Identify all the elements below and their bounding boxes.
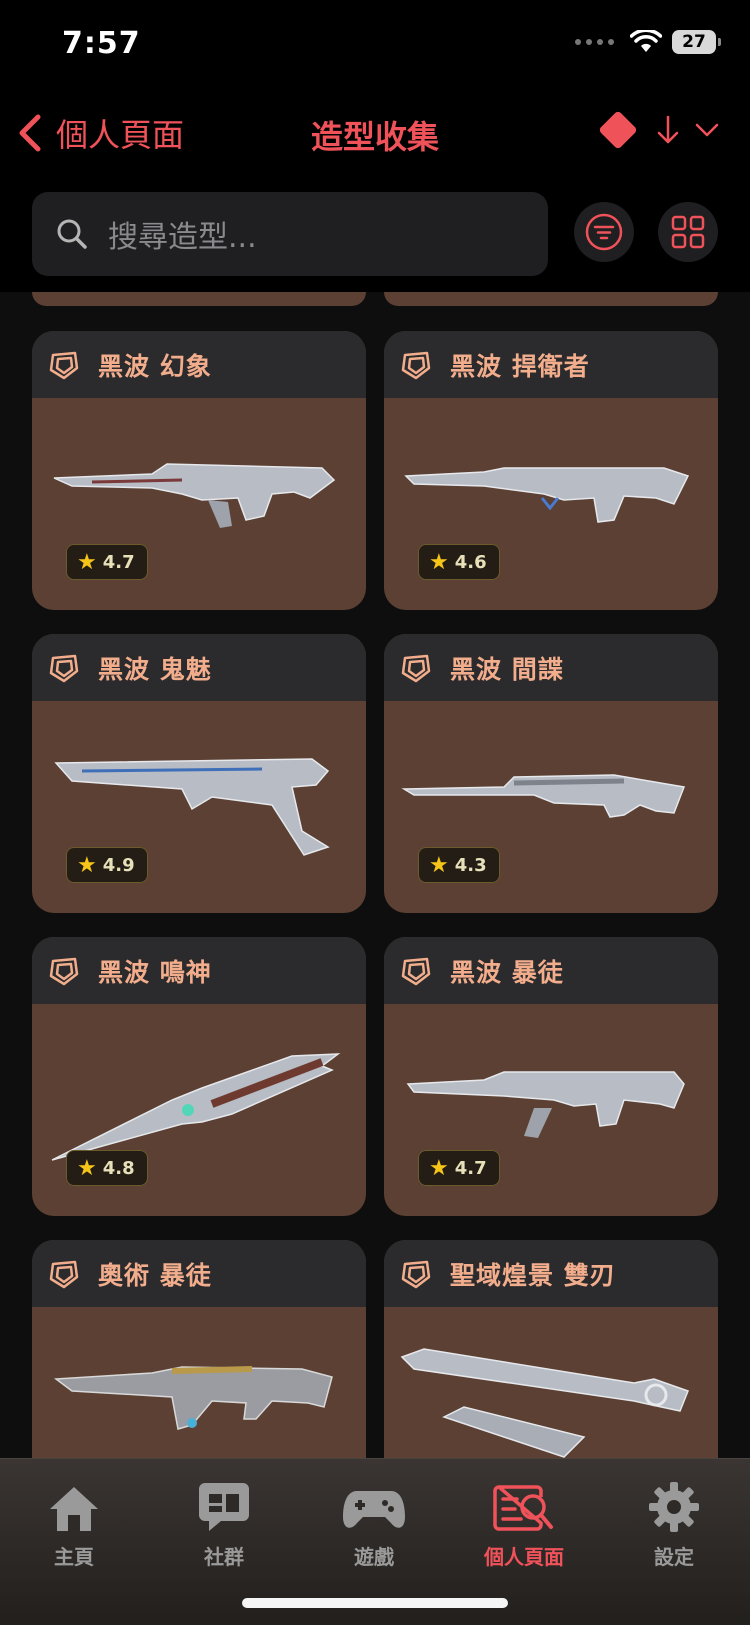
star-icon: ★	[77, 549, 97, 575]
skin-card[interactable]: 黑波 鳴神 ★ 4.8	[32, 937, 366, 1216]
rating-value: 4.7	[454, 1157, 487, 1179]
home-icon	[50, 1487, 98, 1531]
star-icon: ★	[429, 1155, 449, 1181]
wifi-icon	[630, 30, 662, 52]
grid-view-button[interactable]	[658, 202, 718, 262]
star-icon: ★	[429, 852, 449, 878]
chevron-down-icon[interactable]	[694, 121, 720, 139]
skin-name: 聖域煌景 雙刃	[450, 1260, 616, 1290]
tab-games[interactable]: 遊戲	[314, 1473, 434, 1570]
rating-value: 4.9	[102, 854, 135, 876]
status-icons: 27	[575, 30, 721, 54]
skin-card[interactable]: 黑波 幻象 ★ 4.7	[32, 331, 366, 610]
skin-name: 黑波 鳴神	[98, 957, 212, 987]
tab-label: 社群	[204, 1545, 244, 1569]
rating-badge: ★ 4.6	[418, 544, 500, 580]
rating-badge: ★ 4.7	[66, 544, 148, 580]
skin-card[interactable]: 黑波 暴徒 ★ 4.7	[384, 937, 718, 1216]
sort-descending-icon[interactable]	[656, 114, 680, 146]
rating-badge: ★ 4.7	[418, 1150, 500, 1186]
rating-value: 4.6	[454, 551, 487, 573]
signal-icon	[575, 39, 614, 45]
profile-search-icon	[493, 1485, 553, 1531]
skin-name: 黑波 幻象	[98, 351, 212, 381]
gear-icon	[649, 1482, 699, 1532]
rarity-filter-icon[interactable]	[598, 110, 638, 150]
search-icon	[57, 219, 87, 249]
rifle-icon	[32, 1307, 366, 1458]
tab-profile[interactable]: 個人頁面	[464, 1473, 584, 1570]
tab-label: 主頁	[54, 1545, 94, 1569]
tab-community[interactable]: 社群	[164, 1473, 284, 1570]
grid-icon	[671, 215, 705, 249]
skin-name: 黑波 間諜	[450, 654, 564, 684]
tab-settings[interactable]: 設定	[614, 1473, 734, 1570]
tab-label: 設定	[654, 1545, 694, 1569]
rating-badge: ★ 4.3	[418, 847, 500, 883]
rating-badge: ★ 4.9	[66, 847, 148, 883]
tier-badge-icon	[49, 1260, 79, 1288]
search-placeholder: 搜尋造型...	[108, 220, 257, 255]
rating-value: 4.8	[102, 1157, 135, 1179]
nav-header: 個人頁面 造型收集	[0, 96, 750, 192]
rating-badge: ★ 4.8	[66, 1150, 148, 1186]
tier-badge-icon	[401, 1260, 431, 1288]
tier-badge-icon	[401, 654, 431, 682]
skin-card[interactable]: 黑波 間諜 ★ 4.3	[384, 634, 718, 913]
tier-badge-icon	[49, 351, 79, 379]
blade-icon	[384, 1307, 718, 1458]
star-icon: ★	[77, 852, 97, 878]
star-icon: ★	[77, 1155, 97, 1181]
chat-icon	[199, 1483, 249, 1531]
tier-badge-icon	[401, 351, 431, 379]
skin-name: 奧術 暴徒	[98, 1260, 212, 1290]
home-indicator[interactable]	[242, 1598, 508, 1608]
search-row: 搜尋造型...	[0, 192, 750, 292]
card-partial[interactable]	[32, 292, 366, 306]
tier-badge-icon	[401, 957, 431, 985]
filter-list-icon	[585, 213, 623, 251]
card-partial[interactable]	[384, 292, 718, 306]
skin-name: 黑波 捍衛者	[450, 351, 590, 381]
tab-home[interactable]: 主頁	[14, 1473, 134, 1570]
gamepad-icon	[343, 1491, 405, 1528]
skin-card[interactable]: 聖域煌景 雙刃	[384, 1240, 718, 1458]
skin-name: 黑波 鬼魅	[98, 654, 212, 684]
status-bar: 7:57 27	[0, 0, 750, 96]
skin-card[interactable]: 黑波 捍衛者 ★ 4.6	[384, 331, 718, 610]
skin-card[interactable]: 黑波 鬼魅 ★ 4.9	[32, 634, 366, 913]
star-icon: ★	[429, 549, 449, 575]
tab-label: 遊戲	[354, 1545, 394, 1569]
skin-grid: 黑波 幻象 ★ 4.7 黑波 捍衛者 ★ 4.6 黑波 鬼魅 ★ 4.9 黑波 …	[0, 292, 750, 1458]
rating-value: 4.7	[102, 551, 135, 573]
search-input[interactable]: 搜尋造型...	[32, 192, 548, 276]
tab-label: 個人頁面	[484, 1545, 564, 1569]
skin-name: 黑波 暴徒	[450, 957, 564, 987]
status-time: 7:57	[62, 26, 141, 61]
tier-badge-icon	[49, 654, 79, 682]
tier-badge-icon	[49, 957, 79, 985]
rating-value: 4.3	[454, 854, 487, 876]
battery-icon: 27	[672, 30, 721, 54]
filter-button[interactable]	[574, 202, 634, 262]
skin-card[interactable]: 奧術 暴徒	[32, 1240, 366, 1458]
